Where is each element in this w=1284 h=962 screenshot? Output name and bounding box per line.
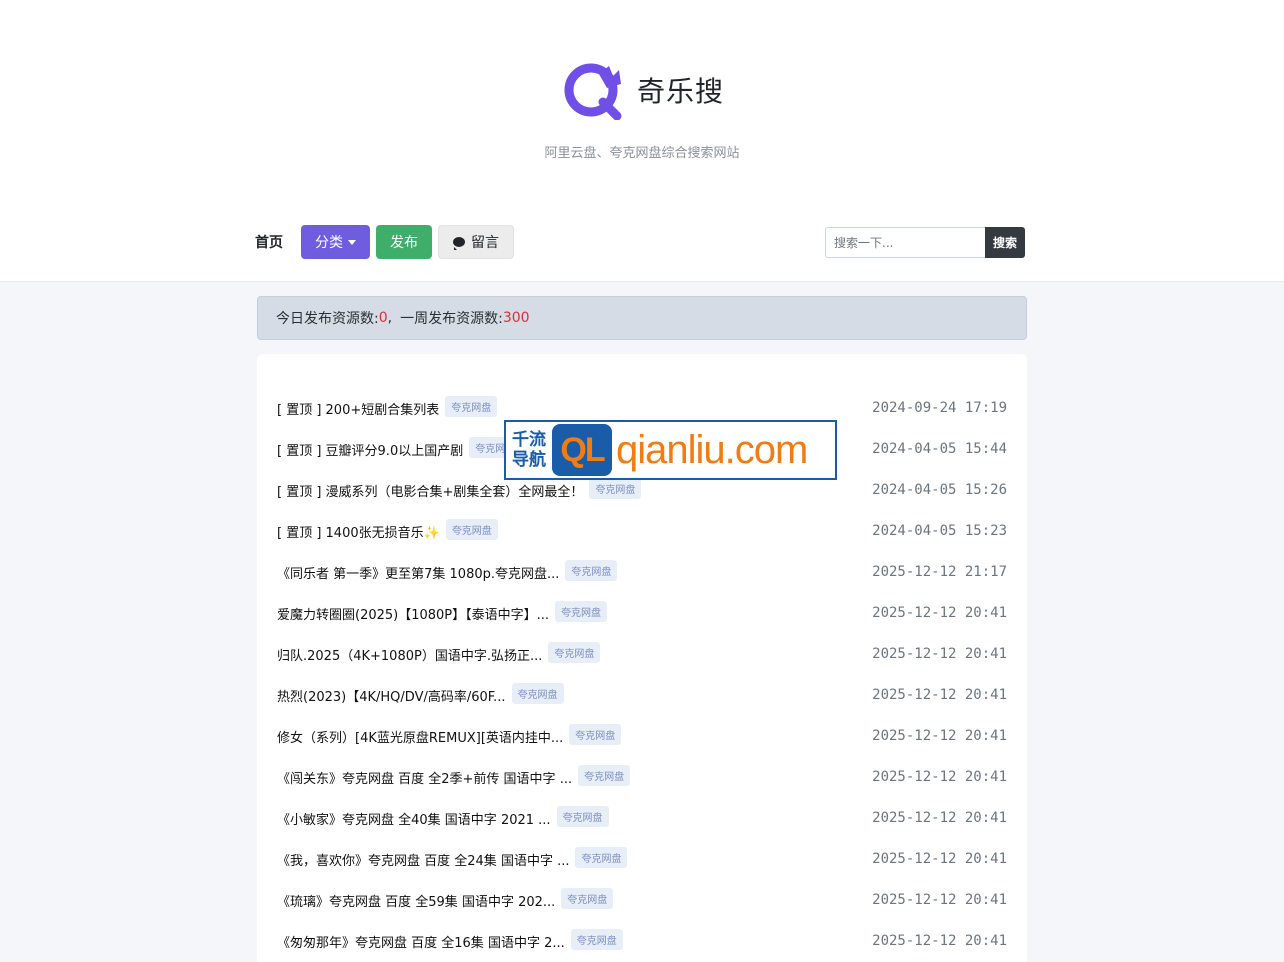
category-label: 分类 bbox=[315, 235, 343, 251]
list-item-time: 2025-12-12 21:17 bbox=[872, 564, 1007, 580]
qianliu-ad-banner[interactable]: 千流 导航 QL qianliu.com bbox=[504, 420, 837, 480]
ad-cn-text: 千流 导航 bbox=[506, 430, 552, 470]
list-item-time: 2025-12-12 20:41 bbox=[872, 646, 1007, 662]
list-item-time: 2024-04-05 15:26 bbox=[872, 482, 1007, 498]
publish-button[interactable]: 发布 bbox=[376, 225, 432, 259]
main-nav: 首页 分类 发布 留言 bbox=[255, 225, 520, 259]
list-item-title[interactable]: [ 置顶 ] 200+短剧合集列表 bbox=[277, 399, 439, 418]
list-item[interactable]: 归队.2025（4K+1080P）国语中字.弘扬正... 夸克网盘 2025-12-… bbox=[277, 639, 1007, 669]
list-item[interactable]: 《琉璃》夸克网盘 百度 全59集 国语中字 202... 夸克网盘 2025-12-… bbox=[277, 885, 1007, 915]
site-header: 奇乐搜 阿里云盘、夸克网盘综合搜索网站 首页 分类 发布 留言 搜索 bbox=[0, 0, 1284, 282]
list-item-title[interactable]: [ 置顶 ] 1400张无损音乐✨ bbox=[277, 522, 440, 541]
ad-cn-top: 千流 bbox=[512, 430, 546, 450]
list-item-title[interactable]: 爱魔力转圈圈(2025)【1080P】【泰语中字】... bbox=[277, 604, 549, 623]
week-label: 一周发布资源数: bbox=[400, 311, 503, 327]
list-item-title[interactable]: 《同乐者 第一季》更至第7集 1080p.夸克网盘... bbox=[277, 563, 559, 582]
message-button[interactable]: 留言 bbox=[438, 225, 514, 259]
message-label: 留言 bbox=[471, 235, 499, 251]
list-item-tag: 夸克网盘 bbox=[511, 682, 564, 704]
publish-label: 发布 bbox=[390, 235, 418, 251]
list-item-left: 热烈(2023)【4K/HQ/DV/高码率/60F... 夸克网盘 bbox=[277, 682, 564, 706]
caret-down-icon bbox=[348, 239, 356, 245]
list-item-tag: 夸克网盘 bbox=[569, 723, 622, 745]
list-item-left: 归队.2025（4K+1080P）国语中字.弘扬正... 夸克网盘 bbox=[277, 641, 601, 665]
list-item-left: [ 置顶 ] 1400张无损音乐✨ 夸克网盘 bbox=[277, 518, 498, 542]
list-item[interactable]: 修女（系列）[4K蓝光原盘REMUX][英语内挂中... 夸克网盘 2025-12-… bbox=[277, 721, 1007, 751]
list-item[interactable]: 《小敏家》夸克网盘 全40集 国语中字 2021 ... 夸克网盘 2025-12-… bbox=[277, 803, 1007, 833]
list-item-tag: 夸克网盘 bbox=[445, 395, 498, 417]
list-item-left: 《小敏家》夸克网盘 全40集 国语中字 2021 ... 夸克网盘 bbox=[277, 805, 609, 829]
list-item-tag: 夸克网盘 bbox=[570, 928, 623, 950]
list-item-title[interactable]: 《匆匆那年》夸克网盘 百度 全16集 国语中字 2... bbox=[277, 932, 565, 951]
list-item-tag: 夸克网盘 bbox=[565, 559, 618, 581]
list-item-tag: 夸克网盘 bbox=[561, 887, 614, 909]
list-item-tag: 夸克网盘 bbox=[589, 477, 642, 499]
list-item[interactable]: [ 置顶 ] 200+短剧合集列表 夸克网盘 2024-09-24 17:19 bbox=[277, 393, 1007, 423]
stats-separator: , bbox=[387, 310, 393, 326]
list-item-time: 2025-12-12 20:41 bbox=[872, 687, 1007, 703]
list-item-tag: 夸克网盘 bbox=[556, 805, 609, 827]
ad-cn-bottom: 导航 bbox=[512, 450, 546, 470]
list-item-time: 2025-12-12 20:41 bbox=[872, 933, 1007, 949]
list-item[interactable]: 《同乐者 第一季》更至第7集 1080p.夸克网盘... 夸克网盘 2025-12-… bbox=[277, 557, 1007, 587]
list-item-time: 2025-12-12 20:41 bbox=[872, 810, 1007, 826]
tagline: 阿里云盘、夸克网盘综合搜索网站 bbox=[544, 146, 740, 161]
list-item[interactable]: 热烈(2023)【4K/HQ/DV/高码率/60F... 夸克网盘 2025-12-… bbox=[277, 680, 1007, 710]
list-item-title[interactable]: 《小敏家》夸克网盘 全40集 国语中字 2021 ... bbox=[277, 809, 551, 828]
list-item-left: 《闯关东》夸克网盘 百度 全2季+前传 国语中字 ... 夸克网盘 bbox=[277, 764, 631, 788]
list-item-left: [ 置顶 ] 漫威系列（电影合集+剧集全套）全网最全！ 夸克网盘 bbox=[277, 477, 642, 501]
list-item-time: 2025-12-12 20:41 bbox=[872, 728, 1007, 744]
list-item-left: 《琉璃》夸克网盘 百度 全59集 国语中字 202... 夸克网盘 bbox=[277, 887, 614, 911]
list-item-time: 2025-12-12 20:41 bbox=[872, 892, 1007, 908]
list-item-time: 2025-12-12 20:41 bbox=[872, 851, 1007, 867]
list-item-tag: 夸克网盘 bbox=[548, 641, 601, 663]
list-item-left: [ 置顶 ] 200+短剧合集列表 夸克网盘 bbox=[277, 395, 498, 419]
list-item-title[interactable]: 热烈(2023)【4K/HQ/DV/高码率/60F... bbox=[277, 686, 506, 705]
list-item-title[interactable]: 归队.2025（4K+1080P）国语中字.弘扬正... bbox=[277, 645, 542, 664]
list-item[interactable]: 《我，喜欢你》夸克网盘 百度 全24集 国语中字 ... 夸克网盘 2025-12-… bbox=[277, 844, 1007, 874]
list-item-tag: 夸克网盘 bbox=[575, 846, 628, 868]
brand[interactable]: 奇乐搜 bbox=[563, 60, 724, 120]
search-form: 搜索 bbox=[825, 227, 1025, 258]
list-item-time: 2025-12-12 20:41 bbox=[872, 769, 1007, 785]
speech-bubble-icon bbox=[453, 237, 465, 250]
list-item-tag: 夸克网盘 bbox=[445, 518, 498, 540]
list-item-left: 《同乐者 第一季》更至第7集 1080p.夸克网盘... 夸克网盘 bbox=[277, 559, 618, 583]
list-item-left: [ 置顶 ] 豆瓣评分9.0以上国产剧 夸克网盘 bbox=[277, 436, 522, 460]
list-item-title[interactable]: 《我，喜欢你》夸克网盘 百度 全24集 国语中字 ... bbox=[277, 850, 569, 869]
list-item-time: 2024-09-24 17:19 bbox=[872, 400, 1007, 416]
list-item-left: 爱魔力转圈圈(2025)【1080P】【泰语中字】... 夸克网盘 bbox=[277, 600, 608, 624]
magnifier-cat-logo-icon bbox=[564, 63, 622, 120]
search-input[interactable] bbox=[825, 227, 985, 258]
category-dropdown-button[interactable]: 分类 bbox=[301, 225, 370, 259]
week-count: 300 bbox=[502, 310, 530, 326]
list-item-time: 2024-04-05 15:44 bbox=[872, 441, 1007, 457]
list-item-title[interactable]: [ 置顶 ] 漫威系列（电影合集+剧集全套）全网最全！ bbox=[277, 481, 583, 500]
ad-url: qianliu.com bbox=[616, 427, 808, 472]
list-item-left: 《我，喜欢你》夸克网盘 百度 全24集 国语中字 ... 夸克网盘 bbox=[277, 846, 628, 870]
search-button[interactable]: 搜索 bbox=[985, 227, 1025, 258]
ad-ql-logo: QL bbox=[552, 424, 612, 476]
list-item-left: 修女（系列）[4K蓝光原盘REMUX][英语内挂中... 夸克网盘 bbox=[277, 723, 622, 747]
list-item-left: 《匆匆那年》夸克网盘 百度 全16集 国语中字 2... 夸克网盘 bbox=[277, 928, 623, 952]
nav-home-link[interactable]: 首页 bbox=[255, 232, 283, 252]
list-item[interactable]: [ 置顶 ] 1400张无损音乐✨ 夸克网盘 2024-04-05 15:23 bbox=[277, 516, 1007, 546]
list-item-time: 2025-12-12 20:41 bbox=[872, 605, 1007, 621]
list-item[interactable]: 爱魔力转圈圈(2025)【1080P】【泰语中字】... 夸克网盘 2025-12-… bbox=[277, 598, 1007, 628]
stats-bar: 今日发布资源数: 0 , 一周发布资源数: 300 bbox=[257, 296, 1027, 340]
list-item[interactable]: 《闯关东》夸克网盘 百度 全2季+前传 国语中字 ... 夸克网盘 2025-12-… bbox=[277, 762, 1007, 792]
list-item-tag: 夸克网盘 bbox=[578, 764, 631, 786]
list-item[interactable]: 《匆匆那年》夸克网盘 百度 全16集 国语中字 2... 夸克网盘 2025-12-… bbox=[277, 926, 1007, 956]
list-item-title[interactable]: 修女（系列）[4K蓝光原盘REMUX][英语内挂中... bbox=[277, 727, 563, 746]
today-label: 今日发布资源数: bbox=[276, 311, 379, 327]
list-item-time: 2024-04-05 15:23 bbox=[872, 523, 1007, 539]
site-name: 奇乐搜 bbox=[637, 75, 725, 108]
list-item-title[interactable]: [ 置顶 ] 豆瓣评分9.0以上国产剧 bbox=[277, 440, 463, 459]
content-area: 今日发布资源数: 0 , 一周发布资源数: 300 [ 置顶 ] 200+短剧合… bbox=[0, 282, 1284, 962]
list-item-title[interactable]: 《琉璃》夸克网盘 百度 全59集 国语中字 202... bbox=[277, 891, 555, 910]
list-item-title[interactable]: 《闯关东》夸克网盘 百度 全2季+前传 国语中字 ... bbox=[277, 768, 572, 787]
today-count: 0 bbox=[378, 310, 388, 326]
list-item-tag: 夸克网盘 bbox=[555, 600, 608, 622]
